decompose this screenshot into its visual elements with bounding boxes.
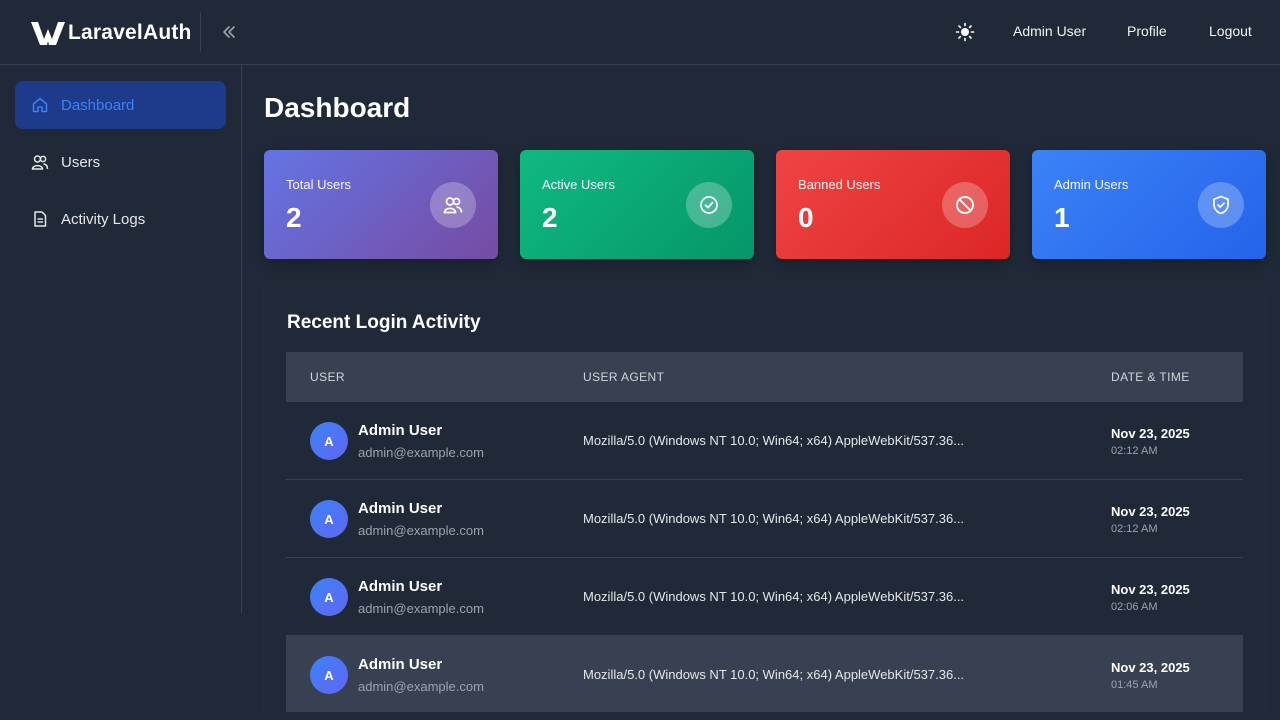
stat-value: 0 [798, 202, 814, 233]
column-header-user: USER [310, 370, 345, 384]
stat-label: Banned Users [798, 177, 881, 192]
user-menu-link[interactable]: Admin User [1013, 23, 1086, 39]
stat-card-active-users: Active Users 2 [520, 150, 754, 259]
sidebar-item-label: Users [61, 153, 101, 171]
stat-value: 1 [1054, 202, 1070, 233]
theme-toggle-button[interactable] [954, 21, 976, 43]
column-header-date-time: DATE & TIME [1111, 370, 1190, 384]
brand-divider [200, 12, 201, 52]
avatar: A [310, 422, 348, 460]
user-name: Admin User [358, 422, 443, 439]
table-row[interactable]: A Admin User admin@example.com Mozilla/5… [286, 558, 1243, 636]
home-icon [31, 96, 49, 114]
user-agent: Mozilla/5.0 (Windows NT 10.0; Win64; x64… [583, 667, 965, 682]
user-name: Admin User [358, 578, 443, 595]
user-name: Admin User [358, 500, 443, 517]
sidebar-item-users[interactable]: Users [15, 138, 226, 186]
sun-icon [955, 22, 975, 42]
sidebar-item-label: Dashboard [61, 96, 135, 114]
login-time: 02:06 AM [1111, 601, 1158, 613]
stat-card-total-users: Total Users 2 [264, 150, 498, 259]
table-row[interactable]: A Admin User admin@example.com Mozilla/5… [286, 402, 1243, 480]
login-date: Nov 23, 2025 [1111, 582, 1190, 597]
login-date: Nov 23, 2025 [1111, 426, 1190, 441]
user-agent: Mozilla/5.0 (Windows NT 10.0; Win64; x64… [583, 433, 965, 448]
chevrons-left-icon [223, 26, 235, 38]
user-email: admin@example.com [358, 601, 484, 616]
top-navbar: LaravelAuth Admin User Profile Logout [0, 0, 1280, 65]
stat-label: Admin Users [1054, 177, 1129, 192]
login-time: 02:12 AM [1111, 445, 1158, 457]
document-icon [31, 210, 49, 228]
user-agent: Mozilla/5.0 (Windows NT 10.0; Win64; x64… [583, 511, 965, 526]
column-header-user-agent: USER AGENT [583, 370, 665, 384]
login-date: Nov 23, 2025 [1111, 504, 1190, 519]
users-icon [31, 153, 49, 171]
user-email: admin@example.com [358, 679, 484, 694]
brand-name: LaravelAuth [68, 21, 192, 44]
recent-activity-title: Recent Login Activity [287, 312, 481, 333]
sidebar-item-label: Activity Logs [61, 210, 146, 228]
page-title: Dashboard [264, 92, 411, 123]
users-icon [430, 182, 476, 228]
user-email: admin@example.com [358, 445, 484, 460]
brand-link[interactable]: LaravelAuth [30, 18, 192, 48]
ban-icon [942, 182, 988, 228]
shield-check-icon [1198, 182, 1244, 228]
user-agent: Mozilla/5.0 (Windows NT 10.0; Win64; x64… [583, 589, 965, 604]
login-date: Nov 23, 2025 [1111, 660, 1190, 675]
table-row[interactable]: A Admin User admin@example.com Mozilla/5… [286, 636, 1243, 712]
laravel-logo-icon [31, 22, 65, 45]
stat-card-banned-users: Banned Users 0 [776, 150, 1010, 259]
sidebar-collapse-button[interactable] [216, 20, 242, 44]
stat-label: Active Users [542, 177, 615, 192]
table-header: USER USER AGENT DATE & TIME [286, 352, 1243, 402]
stat-value: 2 [542, 202, 558, 233]
sidebar-item-dashboard[interactable]: Dashboard [15, 81, 226, 129]
login-time: 02:12 AM [1111, 523, 1158, 535]
user-email: admin@example.com [358, 523, 484, 538]
sidebar-item-activity-logs[interactable]: Activity Logs [15, 195, 226, 243]
profile-link[interactable]: Profile [1127, 23, 1167, 39]
stat-card-admin-users: Admin Users 1 [1032, 150, 1266, 259]
table-row[interactable]: A Admin User admin@example.com Mozilla/5… [286, 480, 1243, 558]
stat-value: 2 [286, 202, 302, 233]
login-time: 01:45 AM [1111, 679, 1158, 691]
avatar: A [310, 656, 348, 694]
sidebar: Dashboard Users Activity Logs [0, 65, 242, 613]
stat-label: Total Users [286, 177, 352, 192]
check-circle-icon [686, 182, 732, 228]
logout-link[interactable]: Logout [1209, 23, 1252, 39]
user-name: Admin User [358, 656, 443, 673]
avatar: A [310, 578, 348, 616]
avatar: A [310, 500, 348, 538]
